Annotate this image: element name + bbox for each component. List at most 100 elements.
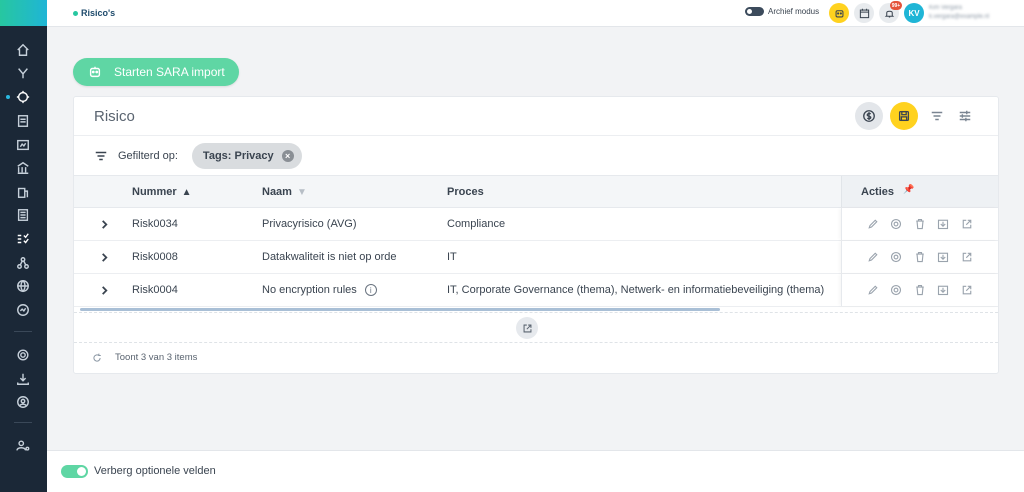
sidebar-divider <box>14 331 32 332</box>
logo[interactable] <box>0 0 47 26</box>
edit-button[interactable] <box>866 250 880 264</box>
cell-name-text: No encryption rules <box>262 284 357 296</box>
cell-number[interactable]: Risk0034 <box>132 218 178 230</box>
download-icon[interactable] <box>12 368 34 390</box>
filter-icon <box>931 111 943 121</box>
notifications-button[interactable]: 99+ <box>879 1 902 23</box>
archive-icon <box>937 252 949 263</box>
active-filters: Gefilterd op: Tags: Privacy × <box>94 142 302 170</box>
cell-name[interactable]: Datakwaliteit is niet op orde <box>262 251 397 263</box>
sort-icon[interactable]: ▼ <box>297 187 307 198</box>
external-link-icon <box>962 285 972 295</box>
risk-icon[interactable] <box>12 86 34 108</box>
avatar[interactable]: KV <box>904 3 924 23</box>
institution-icon[interactable] <box>12 157 34 179</box>
export-button[interactable] <box>516 317 538 339</box>
report-icon[interactable] <box>12 134 34 156</box>
expand-row-button[interactable] <box>98 283 110 297</box>
save-button[interactable] <box>890 102 918 130</box>
cell-process[interactable]: IT <box>447 251 457 263</box>
edit-button[interactable] <box>866 283 880 297</box>
notification-badge: 99+ <box>890 1 902 10</box>
document-icon[interactable] <box>12 110 34 132</box>
archive-button[interactable] <box>936 283 950 297</box>
calendar-icon <box>859 8 869 18</box>
expand-row-button[interactable] <box>98 217 110 231</box>
hide-optional-fields-toggle[interactable] <box>61 465 88 478</box>
archive-button[interactable] <box>936 250 950 264</box>
filter-chip-privacy[interactable]: Tags: Privacy × <box>191 143 302 169</box>
tasks-icon[interactable] <box>12 228 34 250</box>
home-icon[interactable] <box>12 39 34 61</box>
status-dot <box>73 10 78 16</box>
dashboard-icon[interactable] <box>12 299 34 321</box>
archive-mode-toggle[interactable]: Archief modus <box>745 7 819 16</box>
workflow-icon[interactable] <box>12 62 34 84</box>
info-icon[interactable]: i <box>364 284 377 297</box>
external-link-icon <box>523 324 531 332</box>
sort-asc-icon[interactable]: ▲ <box>182 187 192 198</box>
app-title-text: Risico's <box>81 8 116 18</box>
cell-name[interactable]: No encryption rules i <box>262 284 377 297</box>
list-icon[interactable] <box>12 204 34 226</box>
table-row[interactable]: Risk0004 No encryption rules i IT, Corpor… <box>74 274 998 307</box>
cell-name[interactable]: Privacyrisico (AVG) <box>262 218 357 230</box>
robot-assistant-button[interactable] <box>829 3 849 23</box>
horizontal-scrollbar[interactable] <box>80 308 720 311</box>
delete-button[interactable] <box>913 217 927 231</box>
table-header: Nummer ▲ Naam ▼ Proces Acties 📌 <box>74 175 998 208</box>
user-info[interactable]: Kim Vergara k.vergara@example.nl <box>929 4 989 22</box>
chevron-right-icon <box>101 252 108 262</box>
close-icon[interactable]: × <box>281 150 294 162</box>
column-settings-button[interactable] <box>956 107 974 125</box>
cell-process[interactable]: IT, Corporate Governance (thema), Netwer… <box>447 284 841 296</box>
topbar: Risico's Archief modus 99+ KV Kim Vergar… <box>47 0 1024 27</box>
item-count: Toont 3 van 3 items <box>115 352 198 363</box>
trash-icon <box>916 284 924 296</box>
bottom-bar: Verberg optionele velden <box>47 450 1024 492</box>
archive-switch[interactable] <box>745 7 764 16</box>
delete-button[interactable] <box>913 283 927 297</box>
delete-button[interactable] <box>913 250 927 264</box>
cell-number[interactable]: Risk0004 <box>132 284 178 296</box>
archive-icon <box>937 285 949 296</box>
column-header-process-label: Proces <box>447 186 484 198</box>
open-external-button[interactable] <box>960 217 974 231</box>
archive-button[interactable] <box>936 217 950 231</box>
expand-row-button[interactable] <box>98 250 110 264</box>
column-header-name[interactable]: Naam ▼ <box>262 186 307 198</box>
building-icon[interactable] <box>12 181 34 203</box>
target-icon <box>890 218 902 230</box>
cell-number[interactable]: Risk0008 <box>132 251 178 263</box>
column-header-number[interactable]: Nummer ▲ <box>132 186 192 198</box>
view-button[interactable] <box>889 283 903 297</box>
open-external-button[interactable] <box>960 283 974 297</box>
cell-process[interactable]: Compliance <box>447 218 505 230</box>
edit-button[interactable] <box>866 217 880 231</box>
view-button[interactable] <box>889 250 903 264</box>
pencil-icon <box>868 285 878 295</box>
filter-chip-label: Tags: Privacy <box>202 150 274 162</box>
open-external-button[interactable] <box>960 250 974 264</box>
column-header-process[interactable]: Proces <box>447 186 484 198</box>
refresh-icon[interactable] <box>92 353 102 363</box>
users-settings-icon[interactable] <box>12 435 34 457</box>
user-name: Kim Vergara <box>929 5 963 11</box>
user-icon[interactable] <box>12 391 34 413</box>
calendar-button[interactable] <box>854 3 874 23</box>
table-row[interactable]: Risk0008 Datakwaliteit is niet op orde I… <box>74 241 998 274</box>
pin-icon[interactable]: 📌 <box>903 184 914 195</box>
filter-button[interactable] <box>928 107 946 125</box>
globe-icon[interactable] <box>12 275 34 297</box>
save-icon <box>898 110 910 122</box>
app-title[interactable]: Risico's <box>73 8 115 18</box>
active-indicator <box>6 95 10 99</box>
start-sara-import-button[interactable]: Starten SARA import <box>73 58 239 86</box>
settings-icon[interactable] <box>12 344 34 366</box>
table-row[interactable]: Risk0034 Privacyrisico (AVG) Compliance <box>74 208 998 241</box>
sidebar <box>0 0 47 492</box>
view-button[interactable] <box>889 217 903 231</box>
network-icon[interactable] <box>12 252 34 274</box>
currency-button[interactable] <box>855 102 883 130</box>
external-link-icon <box>962 219 972 229</box>
